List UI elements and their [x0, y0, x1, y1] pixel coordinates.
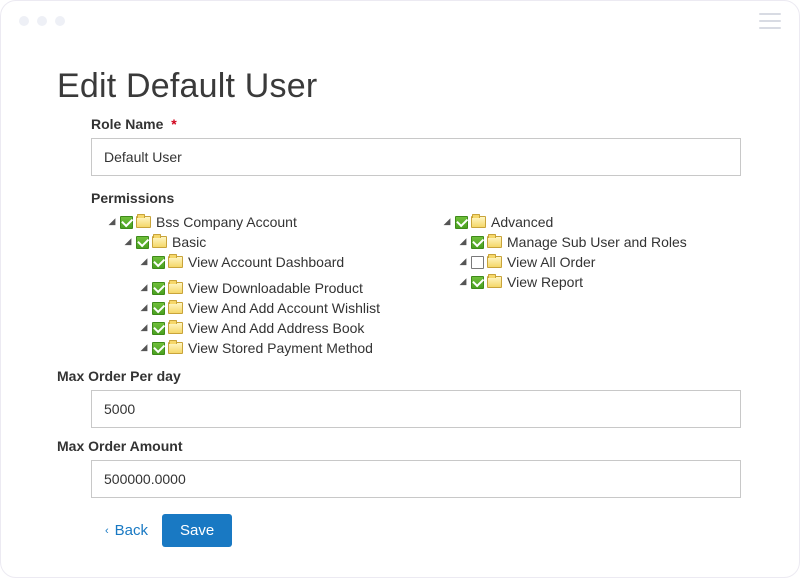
checkbox-icon[interactable] [152, 302, 165, 315]
actions-row: ‹ Back Save [105, 514, 741, 547]
node-label: View Downloadable Product [188, 278, 363, 298]
node-label: Advanced [491, 212, 553, 232]
tree-node[interactable]: ◢ View Account Dashboard [139, 252, 406, 272]
chevron-left-icon: ‹ [105, 525, 109, 537]
checkbox-icon[interactable] [152, 256, 165, 269]
max-order-amount-input[interactable] [91, 460, 741, 498]
folder-icon [136, 216, 151, 228]
folder-icon [168, 342, 183, 354]
tree-node[interactable]: ◢ View And Add Account Wishlist [139, 298, 406, 318]
checkbox-icon[interactable] [152, 342, 165, 355]
caret-icon[interactable]: ◢ [107, 216, 117, 226]
permissions-heading: Permissions [91, 190, 741, 206]
node-label: View And Add Address Book [188, 318, 364, 338]
back-label: Back [115, 522, 148, 539]
tree-node-root-left[interactable]: ◢ Bss Company Account [107, 212, 406, 232]
tree-node[interactable]: ◢ Manage Sub User and Roles [458, 232, 741, 252]
tree-node[interactable]: ◢ View Downloadable Product [139, 278, 406, 298]
node-label: View Report [507, 272, 583, 292]
folder-icon [168, 256, 183, 268]
folder-icon [168, 322, 183, 334]
max-order-per-day-input[interactable] [91, 390, 741, 428]
save-button[interactable]: Save [162, 514, 232, 547]
caret-icon[interactable]: ◢ [139, 256, 149, 266]
folder-icon [168, 302, 183, 314]
tree-node-basic[interactable]: ◢ Basic [123, 232, 406, 252]
folder-icon [487, 276, 502, 288]
caret-icon[interactable]: ◢ [458, 256, 468, 266]
caret-icon[interactable]: ◢ [123, 236, 133, 246]
tree-left: ◢ Bss Company Account ◢ [91, 212, 406, 358]
window-frame: Edit Default User Role Name * Permission… [0, 0, 800, 578]
window-dot[interactable] [55, 16, 65, 26]
checkbox-icon[interactable] [136, 236, 149, 249]
checkbox-icon[interactable] [471, 276, 484, 289]
node-label: View Account Dashboard [188, 252, 344, 272]
checkbox-icon[interactable] [471, 236, 484, 249]
max-order-per-day-label: Max Order Per day [57, 368, 741, 384]
node-label: Basic [172, 232, 206, 252]
permissions-tree: ◢ Bss Company Account ◢ [91, 212, 741, 358]
tree-node[interactable]: ◢ View All Order [458, 252, 741, 272]
folder-icon [487, 256, 502, 268]
node-label: Manage Sub User and Roles [507, 232, 687, 252]
folder-icon [152, 236, 167, 248]
role-name-label-text: Role Name [91, 116, 163, 132]
required-asterisk: * [171, 116, 176, 132]
role-name-input[interactable] [91, 138, 741, 176]
window-dot[interactable] [37, 16, 47, 26]
tree-node[interactable]: ◢ View Report [458, 272, 741, 292]
titlebar [1, 1, 799, 41]
caret-icon[interactable]: ◢ [139, 342, 149, 352]
node-label: View And Add Account Wishlist [188, 298, 380, 318]
caret-icon[interactable]: ◢ [139, 302, 149, 312]
tree-node[interactable]: ◢ View And Add Address Book [139, 318, 406, 338]
checkbox-icon[interactable] [152, 322, 165, 335]
node-label: Bss Company Account [156, 212, 297, 232]
folder-icon [487, 236, 502, 248]
window-controls [19, 16, 65, 26]
hamburger-icon[interactable] [759, 13, 781, 29]
tree-right: ◢ Advanced ◢ Manage Sub User and Roles [426, 212, 741, 358]
caret-icon[interactable]: ◢ [139, 322, 149, 332]
caret-icon[interactable]: ◢ [139, 282, 149, 292]
checkbox-icon[interactable] [471, 256, 484, 269]
node-label: View Stored Payment Method [188, 338, 373, 358]
caret-icon[interactable]: ◢ [458, 276, 468, 286]
folder-icon [471, 216, 486, 228]
back-button[interactable]: ‹ Back [105, 522, 148, 539]
checkbox-icon[interactable] [120, 216, 133, 229]
tree-node[interactable]: ◢ View Stored Payment Method [139, 338, 406, 358]
max-order-amount-label: Max Order Amount [57, 438, 741, 454]
content: Edit Default User Role Name * Permission… [1, 41, 799, 567]
caret-icon[interactable]: ◢ [458, 236, 468, 246]
tree-node-root-right[interactable]: ◢ Advanced [442, 212, 741, 232]
role-name-label: Role Name * [91, 116, 741, 132]
checkbox-icon[interactable] [152, 282, 165, 295]
node-label: View All Order [507, 252, 595, 272]
page-title: Edit Default User [57, 67, 743, 106]
caret-icon[interactable]: ◢ [442, 216, 452, 226]
folder-icon [168, 282, 183, 294]
checkbox-icon[interactable] [455, 216, 468, 229]
window-dot[interactable] [19, 16, 29, 26]
